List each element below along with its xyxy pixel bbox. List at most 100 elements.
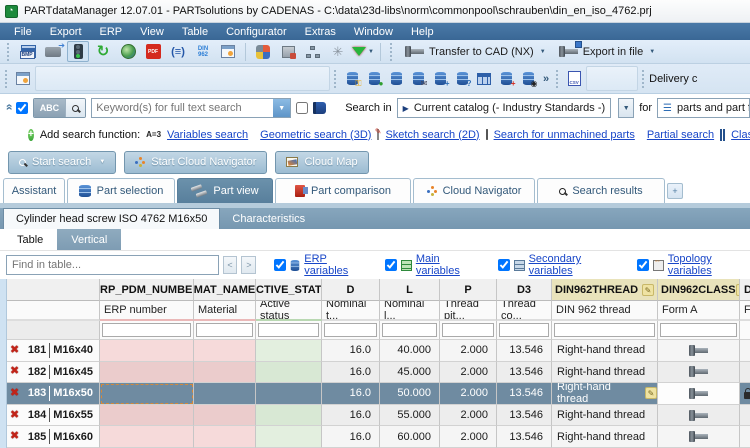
cell-d[interactable]: 16.0 (322, 426, 380, 448)
cell-p[interactable]: 2.000 (440, 404, 497, 427)
cell-l[interactable]: 40.000 (380, 340, 440, 362)
db-add-button[interactable]: + (429, 68, 451, 89)
find-prev-button[interactable]: < (222, 256, 238, 274)
cell-form-class[interactable] (658, 361, 740, 384)
menu-export[interactable]: Export (42, 25, 90, 39)
column-header[interactable]: D (322, 279, 380, 301)
tab-characteristics[interactable]: Characteristics (220, 208, 317, 229)
erp-table-button[interactable] (473, 68, 495, 89)
delete-row-icon[interactable]: ✖ (10, 366, 19, 377)
column-filter-input[interactable] (554, 323, 655, 337)
toolbar-drag-handle[interactable] (5, 69, 9, 88)
3d-edit-button[interactable] (252, 41, 274, 62)
transfer-to-cad-button[interactable]: Transfer to CAD (NX) ▼ (400, 41, 551, 63)
db-user-button[interactable]: ● (363, 68, 385, 89)
cell-d3[interactable]: 13.546 (497, 361, 552, 384)
catalog-dropdown-button[interactable]: ▼ (618, 98, 635, 118)
cell-p[interactable]: 2.000 (440, 426, 497, 448)
column-filter-input[interactable] (660, 323, 737, 337)
cell-p[interactable]: 2.000 (440, 340, 497, 362)
dictionary-checkbox[interactable] (296, 102, 309, 114)
cell-erp-number[interactable] (100, 340, 194, 362)
toolbar-drag-handle[interactable] (334, 69, 338, 88)
cell-p[interactable]: 2.000 (440, 383, 497, 405)
start-cloud-navigator-button[interactable]: Start Cloud Navigator (124, 150, 268, 174)
secondary-variables-checkbox[interactable] (497, 259, 510, 271)
toolbar-drag-handle[interactable] (556, 69, 560, 88)
cell-l[interactable]: 50.000 (380, 383, 440, 405)
column-header[interactable]: P (440, 279, 497, 301)
pdf-export-button[interactable]: PDF (142, 41, 164, 62)
column-filter-input[interactable] (258, 323, 319, 337)
cell-clipped[interactable] (740, 361, 750, 384)
topology-variables-link[interactable]: Topology variables (668, 253, 750, 277)
cell-clipped[interactable] (740, 404, 750, 427)
search-target-select[interactable]: ☰ parts and part families (657, 98, 750, 118)
column-header-clipped[interactable]: D (740, 279, 750, 301)
menu-window[interactable]: Window (346, 25, 401, 39)
column-header[interactable]: ACTIVE_STATE (256, 279, 322, 301)
column-header[interactable]: D3 (497, 279, 552, 301)
keyword-input[interactable] (92, 99, 274, 117)
toolbar-drag-handle[interactable] (390, 42, 394, 61)
cell-p[interactable]: 2.000 (440, 361, 497, 384)
start-search-button[interactable]: Start search ▼ (8, 150, 117, 174)
row-header[interactable]: ✖ 183 M16x50 (7, 383, 100, 405)
secondary-variables-link[interactable]: Secondary variables (529, 253, 619, 277)
catalog-select[interactable]: ▶ Current catalog (- Industry Standards … (396, 98, 612, 118)
tab-vertical-view[interactable]: Vertical (57, 229, 122, 250)
column-header[interactable]: ERP_PDM_NUMBER (100, 279, 194, 301)
column-filter-input[interactable] (442, 323, 494, 337)
cell-erp-number[interactable] (100, 361, 194, 384)
cell-d3[interactable]: 13.546 (497, 426, 552, 448)
cell-material[interactable] (194, 383, 256, 405)
tab-cloud-navigator[interactable]: Cloud Navigator (413, 178, 535, 203)
list-options-button[interactable]: (≡) (167, 41, 189, 62)
cell-l[interactable]: 45.000 (380, 361, 440, 384)
column-header-editable[interactable]: DIN962CLASS✎ (658, 279, 740, 301)
delete-row-icon[interactable]: ✖ (10, 344, 19, 356)
row-header[interactable]: ✖ 181 M16x40 (7, 340, 100, 362)
cell-active-status[interactable] (256, 340, 322, 362)
toolbar-drag-handle[interactable] (642, 69, 646, 88)
keyword-dropdown-button[interactable]: ▼ (273, 99, 291, 117)
screw-dimension-button[interactable] (42, 41, 65, 62)
row-header[interactable]: ✖ 184 M16x55 (7, 404, 100, 427)
partial-search-link[interactable]: Partial search (647, 129, 714, 141)
cell-material[interactable] (194, 426, 256, 448)
menu-extras[interactable]: Extras (297, 25, 344, 39)
cell-material[interactable] (194, 361, 256, 384)
row-header[interactable]: ✖ 185 M16x60 (7, 426, 100, 448)
db-mail-button[interactable]: ✉ (407, 68, 429, 89)
cloud-map-button[interactable]: Cloud Map (275, 150, 369, 174)
column-filter-input[interactable] (324, 323, 377, 337)
cell-form-class[interactable] (658, 404, 740, 427)
db-new-button[interactable]: + (495, 68, 517, 89)
cell-d[interactable]: 16.0 (322, 404, 380, 427)
abc-button[interactable]: ABC (33, 99, 66, 117)
db-button[interactable] (385, 68, 407, 89)
delete-row-icon[interactable]: ✖ (10, 431, 19, 442)
cell-d[interactable]: 16.0 (322, 361, 380, 384)
column-filter-input[interactable] (102, 323, 191, 337)
cell-form-class[interactable] (658, 426, 740, 448)
csv-export-button[interactable]: CSV (563, 68, 585, 89)
bmp-export-button[interactable]: BMP (17, 41, 39, 62)
toolbar-overflow-button[interactable]: » (543, 73, 549, 85)
cell-form-class[interactable] (658, 383, 740, 405)
online-update-button[interactable] (117, 41, 139, 62)
refresh-button[interactable]: ↻ (92, 41, 114, 62)
unmachined-parts-link[interactable]: Search for unmachined parts (494, 129, 635, 141)
cell-d3[interactable]: 13.546 (497, 340, 552, 362)
status-traffic-light-button[interactable] (67, 41, 89, 62)
wizard-button[interactable]: ✳ (327, 41, 349, 62)
menu-file[interactable]: File (6, 25, 40, 39)
column-header[interactable]: MAT_NAME (194, 279, 256, 301)
topology-variables-checkbox[interactable] (636, 259, 649, 271)
column-filter-input[interactable] (499, 323, 549, 337)
db-query-button[interactable]: ? (451, 68, 473, 89)
cell-clipped[interactable] (740, 340, 750, 362)
cell-active-status[interactable] (256, 361, 322, 384)
cell-active-status[interactable] (256, 404, 322, 427)
find-next-button[interactable]: > (241, 256, 257, 274)
